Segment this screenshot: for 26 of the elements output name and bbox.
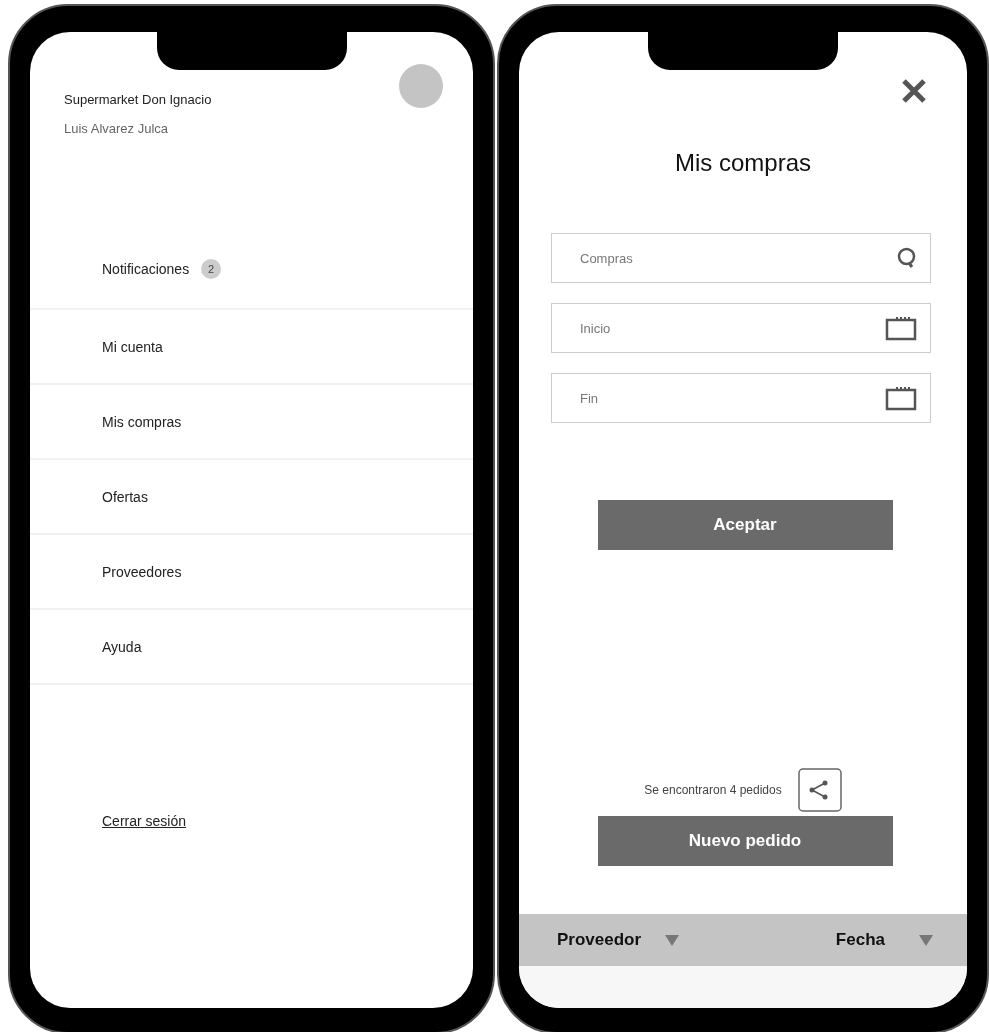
sort-caret-icon[interactable] <box>665 934 680 946</box>
sort-caret-icon[interactable] <box>919 934 933 946</box>
menu-item[interactable]: Ofertas <box>102 488 148 505</box>
new-order-button[interactable]: Nuevo pedido <box>597 816 893 866</box>
search-icon <box>897 247 917 269</box>
column-header[interactable]: Fecha <box>835 930 885 950</box>
date-field[interactable]: Fin <box>551 373 931 423</box>
column-header[interactable]: Proveedor <box>557 930 642 950</box>
logout-link[interactable]: Cerrar sesión <box>102 813 187 829</box>
search-field[interactable]: Compras <box>551 233 931 283</box>
results-count: Se encontraron 4 pedidos <box>644 783 782 797</box>
share-icon[interactable] <box>797 768 842 812</box>
accept-button[interactable]: Aceptar <box>597 500 893 550</box>
close-icon[interactable] <box>901 78 927 104</box>
menu-item[interactable]: Notificaciones <box>102 261 190 277</box>
calendar-icon[interactable] <box>885 385 917 411</box>
store-name: Supermarket Don Ignacio <box>64 92 212 107</box>
user-name: Luis Alvarez Julca <box>64 121 170 136</box>
date-field[interactable]: Inicio <box>551 303 931 353</box>
menu-item[interactable]: Mi cuenta <box>102 338 163 355</box>
menu-item[interactable]: Proveedores <box>102 563 182 580</box>
menu-item[interactable]: Ayuda <box>102 638 142 655</box>
notification-badge: 2 <box>201 259 222 279</box>
calendar-icon[interactable] <box>885 315 917 341</box>
menu-item[interactable]: Mis compras <box>102 413 182 430</box>
screen-title: Mis compras <box>674 149 812 177</box>
